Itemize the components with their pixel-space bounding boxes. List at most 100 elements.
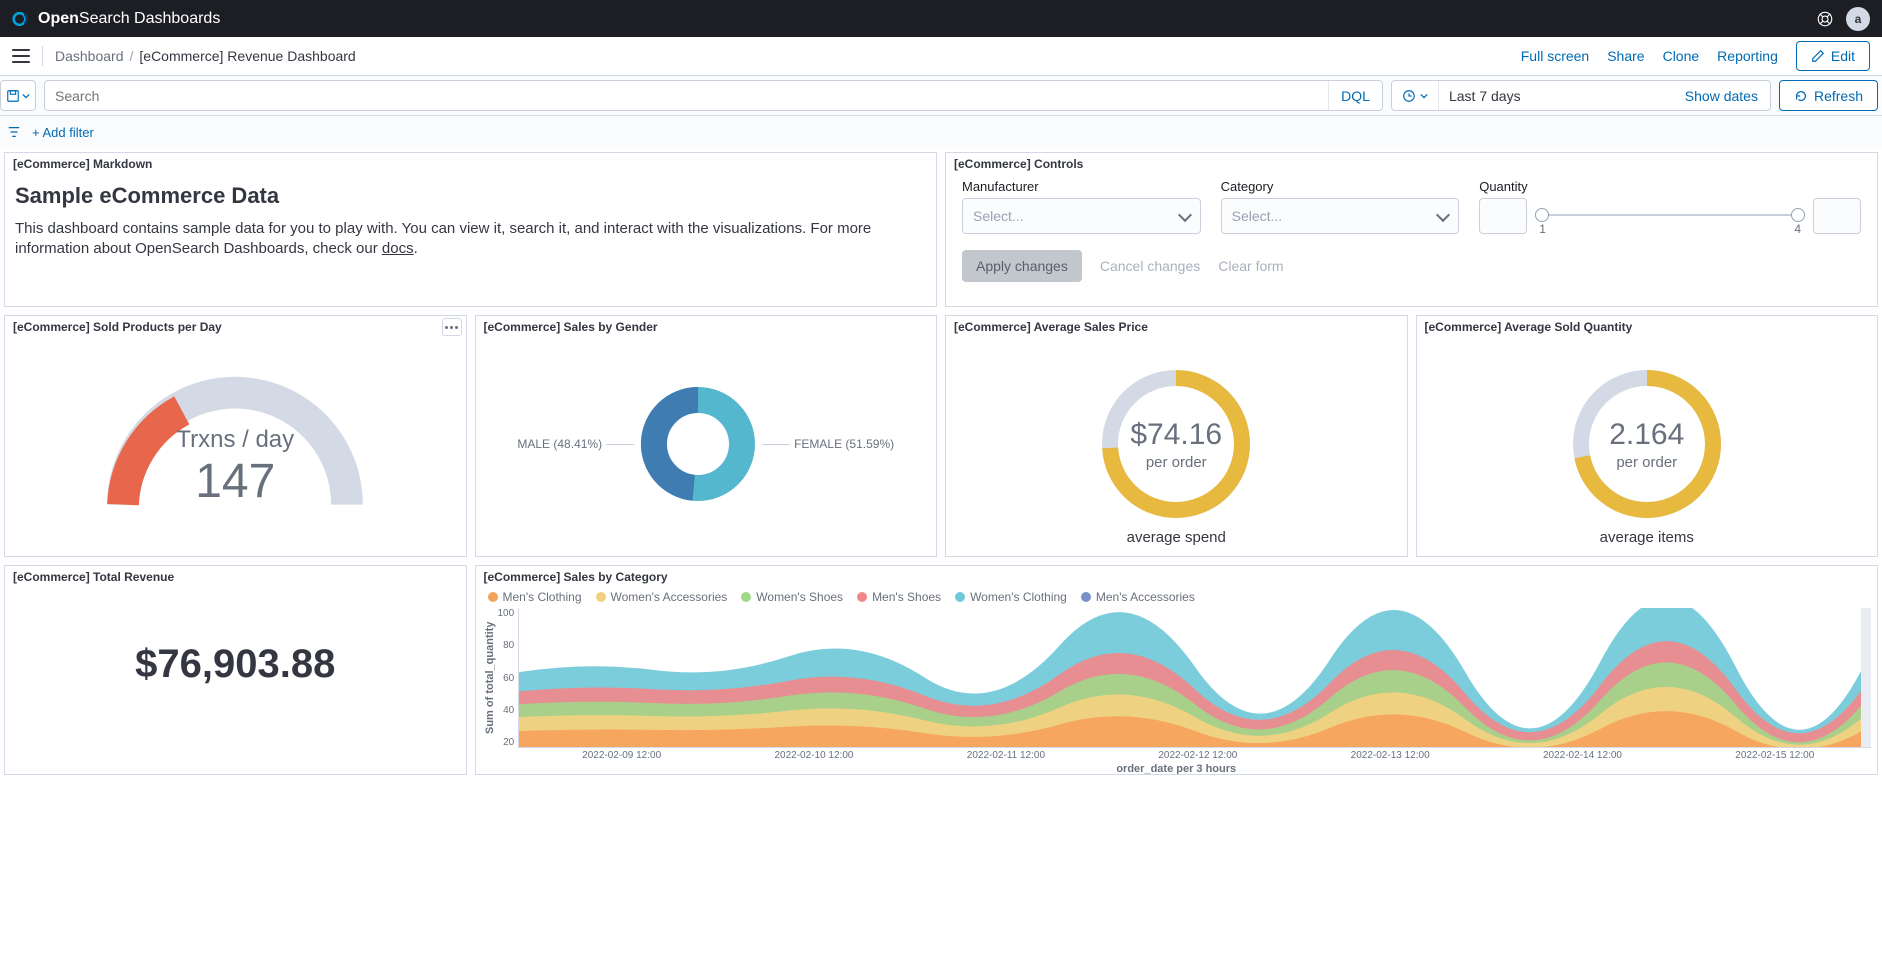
goal-ring [1567, 364, 1727, 524]
share-link[interactable]: Share [1607, 48, 1644, 64]
chevron-down-icon [22, 92, 30, 100]
goal-caption: average spend [1127, 529, 1226, 546]
cancel-changes-button: Cancel changes [1100, 258, 1200, 274]
manufacturer-label: Manufacturer [962, 179, 1201, 194]
chevron-down-icon [1420, 92, 1428, 100]
y-axis-label: Sum of total_quantity [482, 608, 498, 748]
brush-handle[interactable] [1861, 608, 1871, 747]
breadcrumb: Dashboard / [eCommerce] Revenue Dashboar… [55, 48, 356, 64]
area-svg [519, 608, 1871, 747]
opensearch-logo-icon [12, 9, 32, 29]
legend-label: Women's Accessories [611, 590, 728, 604]
panel-menu-button[interactable] [442, 318, 462, 336]
filter-bar: + Add filter [0, 116, 1882, 148]
panel-title: [eCommerce] Sales by Category [476, 566, 1878, 586]
reporting-link[interactable]: Reporting [1717, 48, 1778, 64]
quantity-slider[interactable] [1541, 214, 1799, 216]
legend-dot-icon [488, 592, 498, 602]
markdown-body: This dashboard contains sample data for … [15, 219, 926, 260]
slider-handle-max[interactable] [1791, 208, 1805, 222]
apply-changes-button: Apply changes [962, 250, 1082, 282]
refresh-label: Refresh [1814, 88, 1863, 104]
panel-title: [eCommerce] Average Sold Quantity [1417, 316, 1878, 336]
date-picker: Last 7 days Show dates [1391, 80, 1771, 111]
dql-toggle[interactable]: DQL [1328, 81, 1382, 110]
donut-label-male: MALE (48.41%) [517, 437, 602, 451]
legend-label: Men's Shoes [872, 590, 941, 604]
panel-title: [eCommerce] Sales by Gender [476, 316, 937, 336]
donut-chart [638, 384, 758, 504]
quick-select-toggle[interactable] [1392, 81, 1439, 110]
slider-handle-min[interactable] [1535, 208, 1549, 222]
global-top-bar: OpenSearch Dashboards a [0, 0, 1882, 37]
x-axis-label: order_date per 3 hours [482, 763, 1872, 774]
revenue-value: $76,903.88 [15, 592, 456, 687]
donut-label-female: FEMALE (51.59%) [794, 437, 894, 451]
edit-label: Edit [1831, 48, 1855, 64]
saved-query-toggle[interactable] [0, 80, 36, 111]
category-label: Category [1221, 179, 1460, 194]
disk-icon [6, 89, 20, 103]
legend-item[interactable]: Women's Clothing [955, 590, 1067, 604]
goal-caption: average items [1600, 529, 1694, 546]
legend-label: Men's Accessories [1096, 590, 1195, 604]
pencil-icon [1811, 49, 1825, 63]
gauge-value: 147 [5, 454, 466, 509]
date-range-text[interactable]: Last 7 days [1439, 88, 1673, 104]
quantity-min-input[interactable] [1479, 198, 1527, 234]
legend-label: Men's Clothing [503, 590, 582, 604]
breadcrumb-current: [eCommerce] Revenue Dashboard [139, 48, 355, 64]
quantity-max-input[interactable] [1813, 198, 1861, 234]
legend-dot-icon [857, 592, 867, 602]
nav-toggle-icon[interactable] [12, 49, 30, 63]
filter-options-toggle[interactable] [4, 122, 24, 142]
legend-dot-icon [955, 592, 965, 602]
legend-item[interactable]: Women's Accessories [596, 590, 728, 604]
calendar-icon [1402, 89, 1416, 103]
breadcrumb-root[interactable]: Dashboard [55, 48, 124, 64]
query-bar: DQL Last 7 days Show dates Refresh [0, 76, 1882, 116]
panel-controls: [eCommerce] Controls Manufacturer Select… [945, 152, 1878, 307]
breadcrumb-sep: / [130, 48, 134, 64]
avatar[interactable]: a [1846, 7, 1870, 31]
goal-ring [1096, 364, 1256, 524]
show-dates-link[interactable]: Show dates [1673, 88, 1770, 104]
panel-sales-by-category: [eCommerce] Sales by Category Men's Clot… [475, 565, 1879, 775]
logo-text: OpenSearch Dashboards [38, 10, 220, 28]
panel-title: [eCommerce] Sold Products per Day [5, 316, 466, 336]
refresh-button[interactable]: Refresh [1779, 80, 1878, 111]
legend-item[interactable]: Men's Shoes [857, 590, 941, 604]
docs-link[interactable]: docs [382, 240, 414, 257]
legend-item[interactable]: Men's Accessories [1081, 590, 1195, 604]
panel-avg-sold-qty: [eCommerce] Average Sold Quantity 2.164 … [1416, 315, 1879, 557]
legend-item[interactable]: Women's Shoes [741, 590, 843, 604]
panel-markdown: [eCommerce] Markdown Sample eCommerce Da… [4, 152, 937, 307]
panel-title: [eCommerce] Controls [946, 153, 1877, 173]
search-input[interactable] [45, 81, 1328, 110]
refresh-icon [1794, 89, 1808, 103]
search-box: DQL [44, 80, 1383, 111]
manufacturer-select[interactable]: Select... [962, 198, 1201, 234]
leader-line [606, 444, 634, 445]
x-axis-ticks: 2022-02-09 12:002022-02-10 12:002022-02-… [482, 748, 1872, 761]
panel-total-revenue: [eCommerce] Total Revenue $76,903.88 [4, 565, 467, 775]
help-icon[interactable] [1816, 10, 1834, 28]
panel-sales-by-gender: [eCommerce] Sales by Gender MALE (48.41%… [475, 315, 938, 557]
clone-link[interactable]: Clone [1663, 48, 1700, 64]
legend-dot-icon [1081, 592, 1091, 602]
add-filter-link[interactable]: + Add filter [32, 125, 94, 140]
panel-avg-sales-price: [eCommerce] Average Sales Price $74.16 p… [945, 315, 1408, 557]
category-select[interactable]: Select... [1221, 198, 1460, 234]
area-plot[interactable] [518, 608, 1871, 748]
logo[interactable]: OpenSearch Dashboards [12, 9, 220, 29]
legend-item[interactable]: Men's Clothing [488, 590, 582, 604]
legend-label: Women's Shoes [756, 590, 843, 604]
legend-dot-icon [596, 592, 606, 602]
slider-min-label: 1 [1539, 222, 1546, 236]
full-screen-link[interactable]: Full screen [1521, 48, 1589, 64]
header-row: Dashboard / [eCommerce] Revenue Dashboar… [0, 37, 1882, 76]
panel-sold-per-day: [eCommerce] Sold Products per Day Trxns … [4, 315, 467, 557]
y-axis-ticks: 10080604020 [498, 608, 519, 748]
edit-button[interactable]: Edit [1796, 41, 1870, 71]
quantity-label: Quantity [1479, 179, 1861, 194]
